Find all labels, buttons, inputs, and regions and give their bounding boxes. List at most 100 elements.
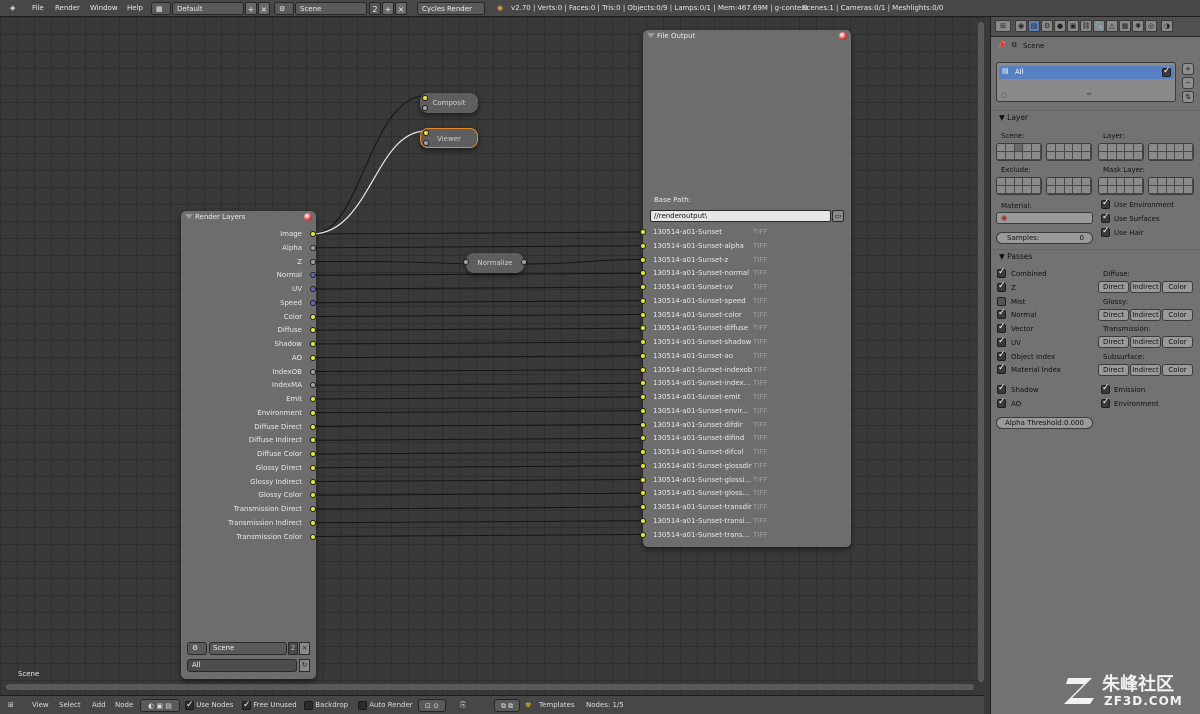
render-layers-list[interactable]: ▤ All ○ ═ [996, 62, 1176, 102]
paste-nodes-icon[interactable]: ⧉ ⧉ [494, 699, 520, 712]
file-output-input-socket[interactable] [640, 242, 646, 249]
render-layers-output-socket[interactable] [310, 519, 316, 526]
render-layers-tab-icon[interactable]: ▤ [1028, 20, 1040, 32]
scene-field[interactable]: Scene [295, 2, 367, 15]
file-output-preview-icon[interactable] [839, 32, 847, 40]
templates-menu[interactable]: Templates [539, 699, 575, 712]
layer-layers-grid-a[interactable] [1098, 143, 1144, 161]
add-scene-button[interactable]: + [382, 2, 394, 15]
render-layers-output-socket[interactable] [310, 299, 316, 306]
world-tab-icon[interactable]: ● [1054, 20, 1066, 32]
backdrop-toggle[interactable]: Backdrop [304, 699, 348, 712]
screen-layout-field[interactable]: Default [172, 2, 244, 15]
use-hair-checkbox[interactable] [1101, 226, 1110, 237]
editor-type-icon[interactable]: ⊞ [8, 699, 14, 712]
render-layers-node[interactable]: Render Layers Image Alpha Z Normal UV Speed Co… [181, 211, 316, 679]
file-output-input-socket[interactable] [640, 297, 646, 304]
composite-image-input-socket[interactable] [422, 95, 428, 101]
pass-checkbox[interactable] [997, 350, 1006, 361]
menu-render[interactable]: Render [55, 2, 80, 15]
scene-browse-icon[interactable]: ⚙ [274, 2, 294, 15]
shadow-pass-checkbox[interactable] [997, 383, 1006, 394]
render-layers-output-socket[interactable] [310, 478, 316, 485]
file-output-input-socket[interactable] [640, 229, 646, 235]
render-layers-output-socket[interactable] [310, 354, 316, 361]
list-filter-icon[interactable]: ○ [1001, 91, 1007, 99]
render-layers-output-socket[interactable] [310, 382, 316, 389]
file-output-header[interactable]: File Output [643, 30, 851, 42]
menu-add[interactable]: Add [92, 699, 106, 712]
blender-logo-icon[interactable]: ◈ [10, 2, 20, 15]
pass-color-button[interactable]: Color [1162, 336, 1193, 348]
file-output-input-socket[interactable] [640, 394, 646, 400]
file-output-input-row[interactable]: 130514-a01-Sunset-z TIFF [653, 256, 841, 269]
file-output-input-socket[interactable] [640, 270, 646, 277]
pass-checkbox[interactable] [997, 308, 1006, 320]
pin-icon[interactable]: 📌 [997, 41, 1006, 49]
file-output-input-row[interactable]: 130514-a01-Sunset-difdir TIFF [653, 421, 841, 434]
file-output-input-row[interactable]: 130514-a01-Sunset-difind TIFF [653, 434, 841, 447]
file-output-input-socket[interactable] [640, 407, 646, 414]
render-layers-output-socket[interactable] [310, 368, 316, 375]
auto-render-toggle[interactable]: Auto Render [358, 699, 413, 712]
material-override-field[interactable]: ◉ [996, 212, 1093, 224]
menu-select[interactable]: Select [59, 699, 81, 712]
material-tab-icon[interactable]: ◑ [1161, 20, 1173, 32]
pass-indirect-button[interactable]: Indirect [1130, 308, 1161, 321]
viewer-node[interactable]: Viewer [420, 128, 478, 148]
normalize-node[interactable]: Normalize [463, 253, 527, 273]
file-output-input-row[interactable]: 130514-a01-Sunset-emit TIFF [653, 393, 841, 406]
use-nodes-checkbox[interactable] [185, 699, 194, 712]
file-output-input-row[interactable]: 130514-a01-Sunset-alpha TIFF [653, 242, 841, 255]
add-render-layer-button[interactable]: + [1182, 63, 1194, 75]
file-output-input-row[interactable]: 130514-a01-Sunset-color TIFF [653, 311, 841, 324]
file-output-input-socket[interactable] [640, 339, 646, 345]
file-output-input-socket[interactable] [640, 380, 646, 387]
pass-direct-button[interactable]: Direct [1098, 281, 1129, 293]
pass-direct-button[interactable]: Direct [1098, 363, 1129, 376]
file-output-input-row[interactable]: 130514-a01-Sunset-trans... TIFF [653, 531, 841, 544]
file-output-input-row[interactable]: 130514-a01-Sunset-normal TIFF [653, 269, 841, 282]
render-tab-icon[interactable]: ◉ [1015, 20, 1027, 32]
editor-type-icon[interactable]: ⊞ [995, 20, 1011, 32]
render-layer-dropdown[interactable]: All [187, 659, 297, 672]
file-output-input-socket[interactable] [640, 421, 646, 428]
remove-scene-button[interactable]: × [395, 2, 407, 15]
texture-tab-icon[interactable]: ▦ [1119, 20, 1131, 32]
backdrop-checkbox[interactable] [304, 700, 313, 710]
pass-direct-button[interactable]: Direct [1098, 308, 1129, 321]
render-layers-preview-icon[interactable] [304, 213, 312, 221]
file-output-input-row[interactable]: 130514-a01-Sunset-speed TIFF [653, 297, 841, 310]
file-output-input-row[interactable]: 130514-a01-Sunset-diffuse TIFF [653, 324, 841, 337]
render-layers-output-socket[interactable] [310, 231, 316, 237]
scene-browse-icon[interactable]: ⚙ [187, 642, 207, 655]
scene-layers-grid-b[interactable] [1046, 143, 1092, 161]
menu-window[interactable]: Window [90, 2, 118, 15]
list-resize-handle[interactable]: ═ [1087, 90, 1091, 98]
render-layers-output-socket[interactable] [310, 341, 316, 347]
render-layers-output-socket[interactable] [310, 327, 316, 334]
render-layers-output-socket[interactable] [310, 286, 316, 292]
remove-render-layer-button[interactable]: − [1182, 77, 1194, 89]
render-layers-output-socket[interactable] [310, 506, 316, 512]
render-layer-list-item[interactable]: ▤ All [999, 66, 1174, 79]
pass-direct-button[interactable]: Direct [1098, 336, 1129, 348]
viewer-alpha-input-socket[interactable] [423, 140, 429, 146]
pass-checkbox[interactable] [997, 281, 1006, 292]
move-render-layer-icon[interactable]: ⇅ [1182, 91, 1194, 103]
file-output-input-row[interactable]: 130514-a01-Sunset-gloss... TIFF [653, 489, 841, 502]
file-output-input-row[interactable]: 130514-a01-Sunset TIFF [653, 228, 841, 241]
render-layers-output-socket[interactable] [310, 272, 316, 279]
pass-indirect-button[interactable]: Indirect [1130, 363, 1161, 376]
render-layers-output-socket[interactable] [310, 451, 316, 457]
pass-indirect-button[interactable]: Indirect [1130, 281, 1161, 293]
file-output-input-row[interactable]: 130514-a01-Sunset-glossi... TIFF [653, 476, 841, 489]
file-output-input-socket[interactable] [640, 256, 646, 263]
pass-color-button[interactable]: Color [1162, 281, 1193, 293]
file-output-input-row[interactable]: 130514-a01-Sunset-shadow TIFF [653, 338, 841, 351]
render-layers-output-socket[interactable] [310, 437, 316, 444]
samples-field[interactable]: Samples: 0 [996, 232, 1093, 244]
modifiers-tab-icon[interactable]: 🔧 [1093, 20, 1105, 32]
horizontal-scrollbar[interactable] [6, 684, 974, 690]
render-layers-output-socket[interactable] [310, 396, 316, 402]
